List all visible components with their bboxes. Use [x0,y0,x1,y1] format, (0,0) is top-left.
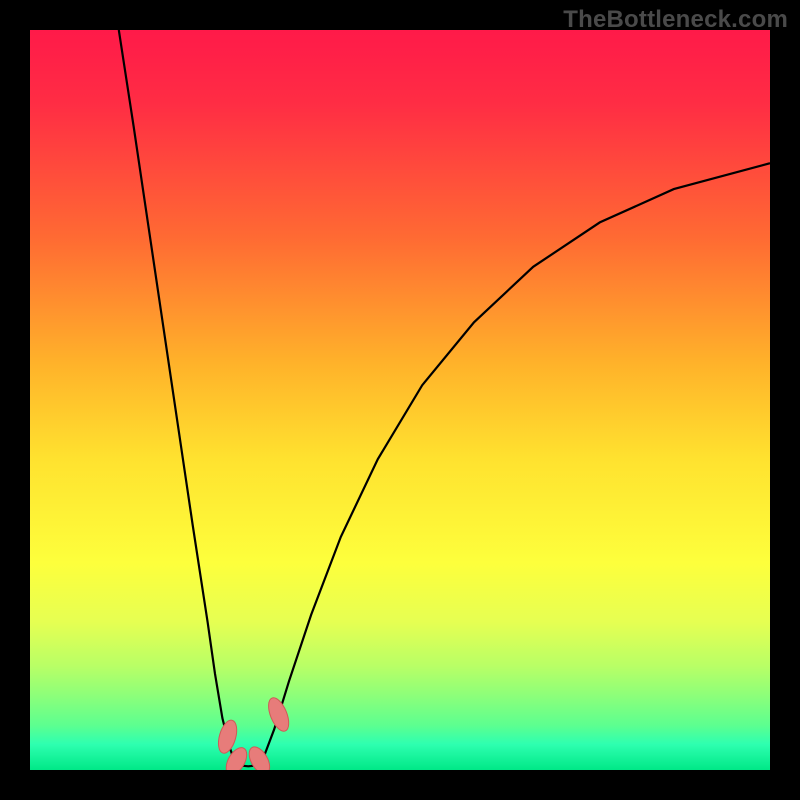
outer-frame: TheBottleneck.com [0,0,800,800]
plot-area [30,30,770,770]
bottleneck-chart [30,30,770,770]
gradient-background [30,30,770,770]
